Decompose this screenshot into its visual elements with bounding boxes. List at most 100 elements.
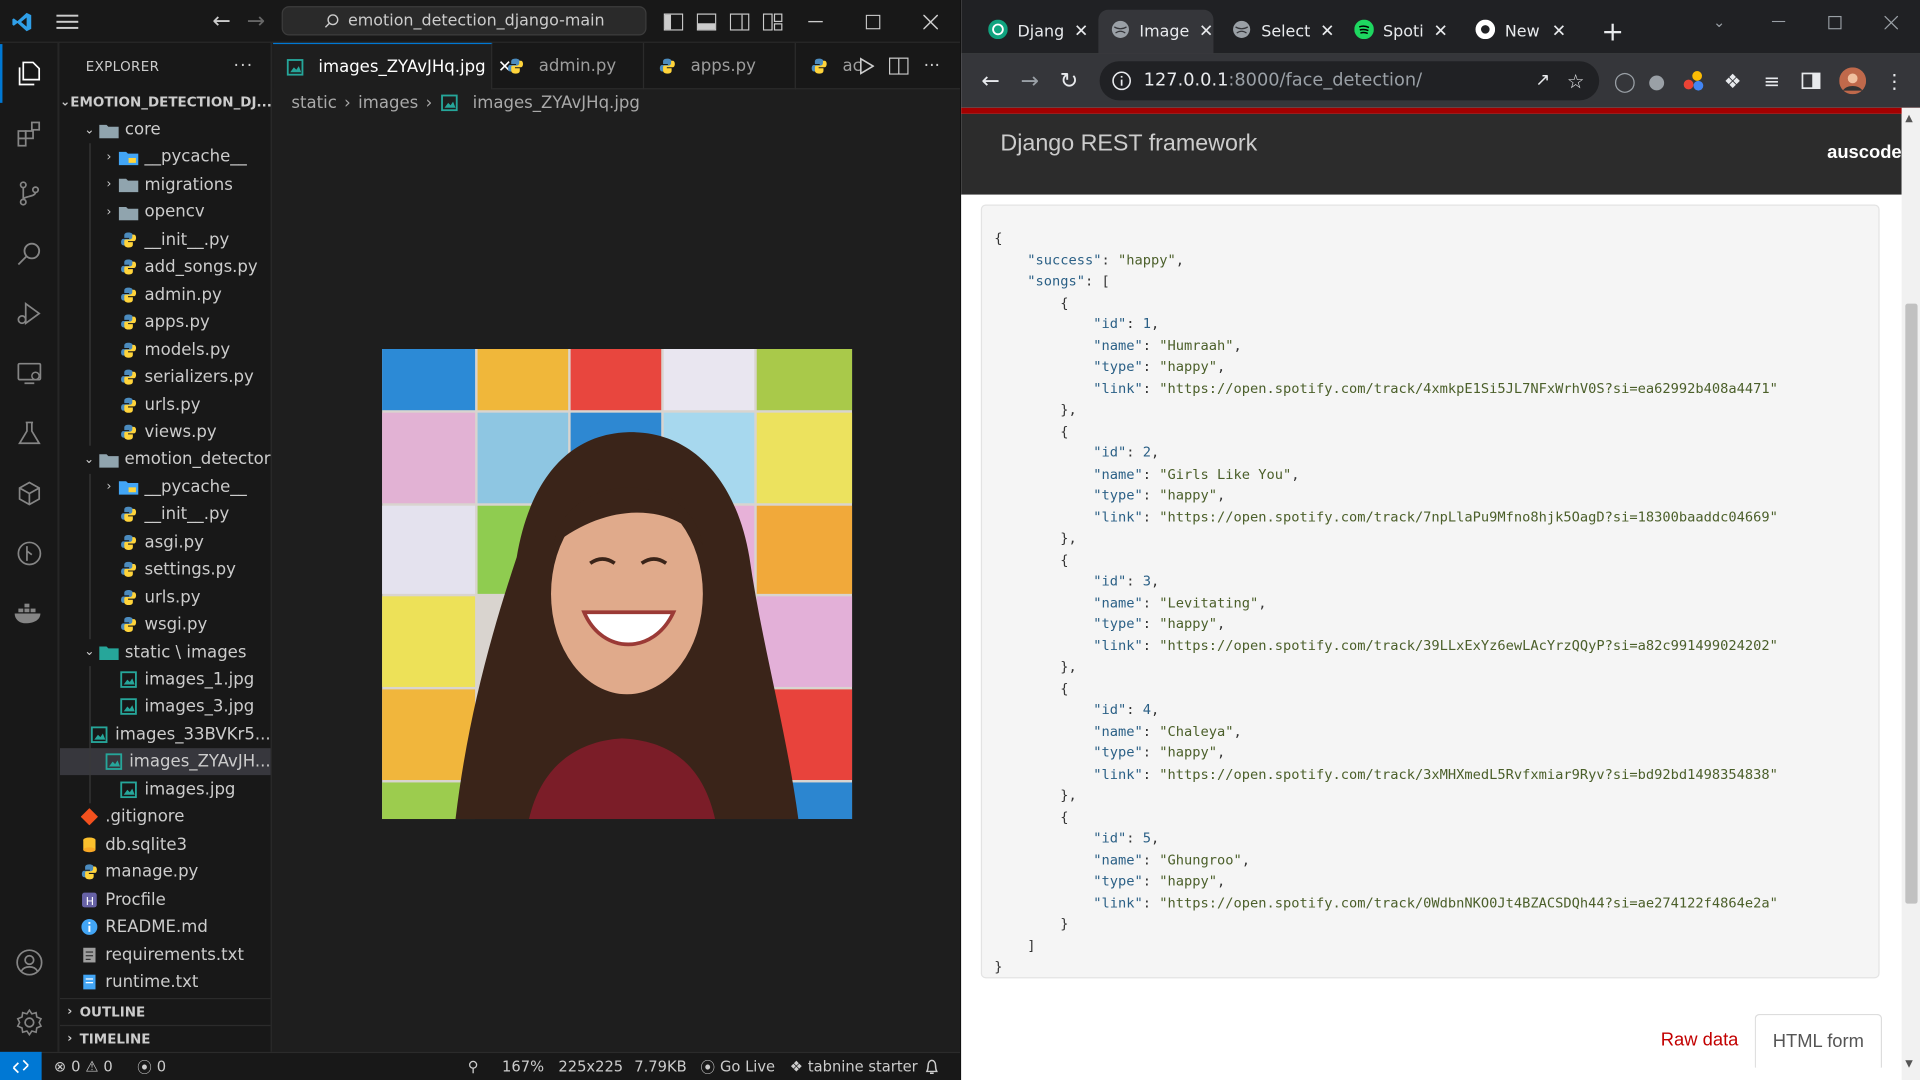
tree-file-models-py[interactable]: models.py <box>60 336 271 363</box>
breadcrumb-item[interactable]: images <box>358 93 418 113</box>
tree-file-images-zyavjh[interactable]: images_ZYAvJH... <box>60 748 271 776</box>
tree-folder-migrations[interactable]: › migrations <box>60 171 271 198</box>
tab-overflow[interactable]: ac <box>797 43 862 90</box>
bookmark-pin-icon[interactable]: ⚲ <box>468 1053 479 1080</box>
avatar[interactable] <box>1838 59 1867 103</box>
git-graph-icon[interactable] <box>0 524 59 583</box>
extension-lock-icon[interactable]: ● <box>1642 59 1671 103</box>
maximize-icon[interactable] <box>860 0 887 43</box>
extensions-icon[interactable] <box>0 104 59 163</box>
tree-file-gitignore[interactable]: .gitignore <box>60 804 271 831</box>
raw-data-tab[interactable]: Raw data <box>1647 1015 1752 1064</box>
menu-icon[interactable] <box>54 0 81 43</box>
docker-whale-icon[interactable] <box>0 584 59 643</box>
close-tab-icon[interactable]: ✕ <box>1433 22 1447 42</box>
breadcrumb-item[interactable]: images_ZYAvJHq.jpg <box>473 93 640 113</box>
breadcrumb-item[interactable]: static <box>291 93 336 113</box>
close-tab-icon[interactable]: ✕ <box>1199 22 1213 42</box>
customize-layout-icon[interactable] <box>762 0 784 43</box>
settings-gear-icon[interactable] <box>0 993 59 1052</box>
tree-file-images-1-jpg[interactable]: images_1.jpg <box>60 666 271 693</box>
browser-tab-spoti[interactable]: Spoti ✕ <box>1341 10 1456 54</box>
browser-tab-djang[interactable]: Djang ✕ <box>976 10 1091 54</box>
close-icon[interactable] <box>1877 0 1904 44</box>
drf-brand[interactable]: Django REST framework <box>1000 131 1257 158</box>
timeline-panel[interactable]: › TIMELINE <box>60 1024 271 1052</box>
go-live-button[interactable]: ⦿ Go Live <box>700 1053 775 1080</box>
tree-file-requirements-txt[interactable]: requirements.txt <box>60 941 271 968</box>
tree-folder-pycache[interactable]: › __pycache__ <box>60 474 271 501</box>
docker-cube-icon[interactable] <box>0 464 59 523</box>
tab-apps-py[interactable]: apps.py <box>645 42 796 90</box>
extensions-puzzle-icon[interactable]: ❖ <box>1718 59 1747 103</box>
run-icon[interactable] <box>853 43 880 90</box>
tree-file-views-py[interactable]: views.py <box>60 419 271 446</box>
tree-file-asgi-py[interactable]: asgi.py <box>60 529 271 556</box>
tree-file-db-sqlite3[interactable]: db.sqlite3 <box>60 831 271 858</box>
browser-tab-new[interactable]: New ✕ <box>1463 10 1578 54</box>
minimize-icon[interactable] <box>802 0 829 43</box>
browser-tab-select[interactable]: Select ✕ <box>1220 10 1335 54</box>
chrome-menu-icon[interactable]: ⋮ <box>1880 59 1909 103</box>
drf-user-menu[interactable]: auscode <box>1827 142 1902 163</box>
new-tab-plus-icon[interactable]: + <box>1598 10 1627 54</box>
tree-file-apps-py[interactable]: apps.py <box>60 309 271 336</box>
html-form-tab[interactable]: HTML form <box>1754 1013 1883 1068</box>
search-icon[interactable] <box>0 224 59 283</box>
close-tab-icon[interactable]: ✕ <box>1074 22 1088 42</box>
tree-folder-core[interactable]: ⌄ core <box>60 116 271 143</box>
tree-file-admin-py[interactable]: admin.py <box>60 281 271 308</box>
remote-explorer-icon[interactable] <box>0 344 59 403</box>
minimize-icon[interactable] <box>1764 0 1791 44</box>
forward-arrow-icon[interactable]: → <box>242 0 269 43</box>
testing-icon[interactable] <box>0 404 59 463</box>
tree-file-serializers-py[interactable]: serializers.py <box>60 364 271 391</box>
scroll-down-icon[interactable]: ▼ <box>1905 1058 1913 1069</box>
zoom-level[interactable]: 167% <box>502 1053 544 1080</box>
maximize-icon[interactable] <box>1821 0 1848 44</box>
tree-file-wsgi-py[interactable]: wsgi.py <box>60 611 271 638</box>
tree-file-images-jpg[interactable]: images.jpg <box>60 776 271 803</box>
share-icon[interactable]: ↗ <box>1535 71 1550 91</box>
extension-dots-icon[interactable] <box>1679 59 1708 103</box>
tree-file-readme-md[interactable]: README.md <box>60 914 271 941</box>
extension-eye-off-icon[interactable]: ◯ <box>1610 59 1639 103</box>
bookmark-star-icon[interactable]: ☆ <box>1567 69 1585 92</box>
ports-indicator[interactable]: ⦿ 0 <box>137 1053 166 1080</box>
tree-file-procfile[interactable]: H Procfile <box>60 886 271 913</box>
tree-file-images-33bvkr5[interactable]: images_33BVKr5... <box>60 721 271 748</box>
run-debug-icon[interactable] <box>0 284 59 343</box>
scroll-thumb[interactable] <box>1905 303 1918 904</box>
tab-images-zyavjhq[interactable]: images_ZYAvJHq.jpg ✕ <box>273 42 512 90</box>
back-arrow-icon[interactable]: ← <box>976 59 1005 103</box>
tree-folder-static-images[interactable]: ⌄ static \ images <box>60 639 271 666</box>
tree-file-settings-py[interactable]: settings.py <box>60 556 271 583</box>
outline-panel[interactable]: › OUTLINE <box>60 997 271 1025</box>
problems-indicator[interactable]: ⊗ 0 ⚠ 0 <box>54 1053 113 1080</box>
toggle-sidebar-icon[interactable] <box>662 0 684 43</box>
tree-file-images-3-jpg[interactable]: images_3.jpg <box>60 694 271 721</box>
account-icon[interactable] <box>0 933 59 992</box>
tree-file-add-songs-py[interactable]: add_songs.py <box>60 254 271 281</box>
tree-folder-pycache[interactable]: › __pycache__ <box>60 144 271 171</box>
toggle-panel-icon[interactable] <box>696 0 718 43</box>
reload-icon[interactable]: ↻ <box>1054 59 1083 103</box>
split-editor-icon[interactable] <box>885 43 912 90</box>
scroll-up-icon[interactable]: ▲ <box>1905 113 1913 124</box>
side-panel-icon[interactable] <box>1796 59 1825 103</box>
tree-folder-emotion-detector[interactable]: ⌄ emotion_detector <box>60 446 271 473</box>
toggle-secondary-sidebar-icon[interactable] <box>729 0 751 43</box>
notifications-bell-icon[interactable] <box>924 1053 939 1080</box>
close-icon[interactable] <box>917 0 944 43</box>
tree-file-runtime-txt[interactable]: runtime.txt <box>60 968 271 995</box>
tabnine-status[interactable]: ❖ tabnine starter <box>790 1053 918 1080</box>
close-tab-icon[interactable]: ✕ <box>1552 22 1566 42</box>
tree-file-init-py[interactable]: __init__.py <box>60 226 271 253</box>
tree-file-init-py[interactable]: __init__.py <box>60 501 271 528</box>
explorer-icon[interactable] <box>0 44 59 103</box>
tab-search-chevron-icon[interactable]: ⌄ <box>1706 0 1733 44</box>
close-tab-icon[interactable]: ✕ <box>1320 22 1334 42</box>
more-actions-icon[interactable]: ··· <box>233 56 253 76</box>
media-queue-icon[interactable]: ≡ <box>1757 59 1786 103</box>
source-control-icon[interactable] <box>0 164 59 223</box>
